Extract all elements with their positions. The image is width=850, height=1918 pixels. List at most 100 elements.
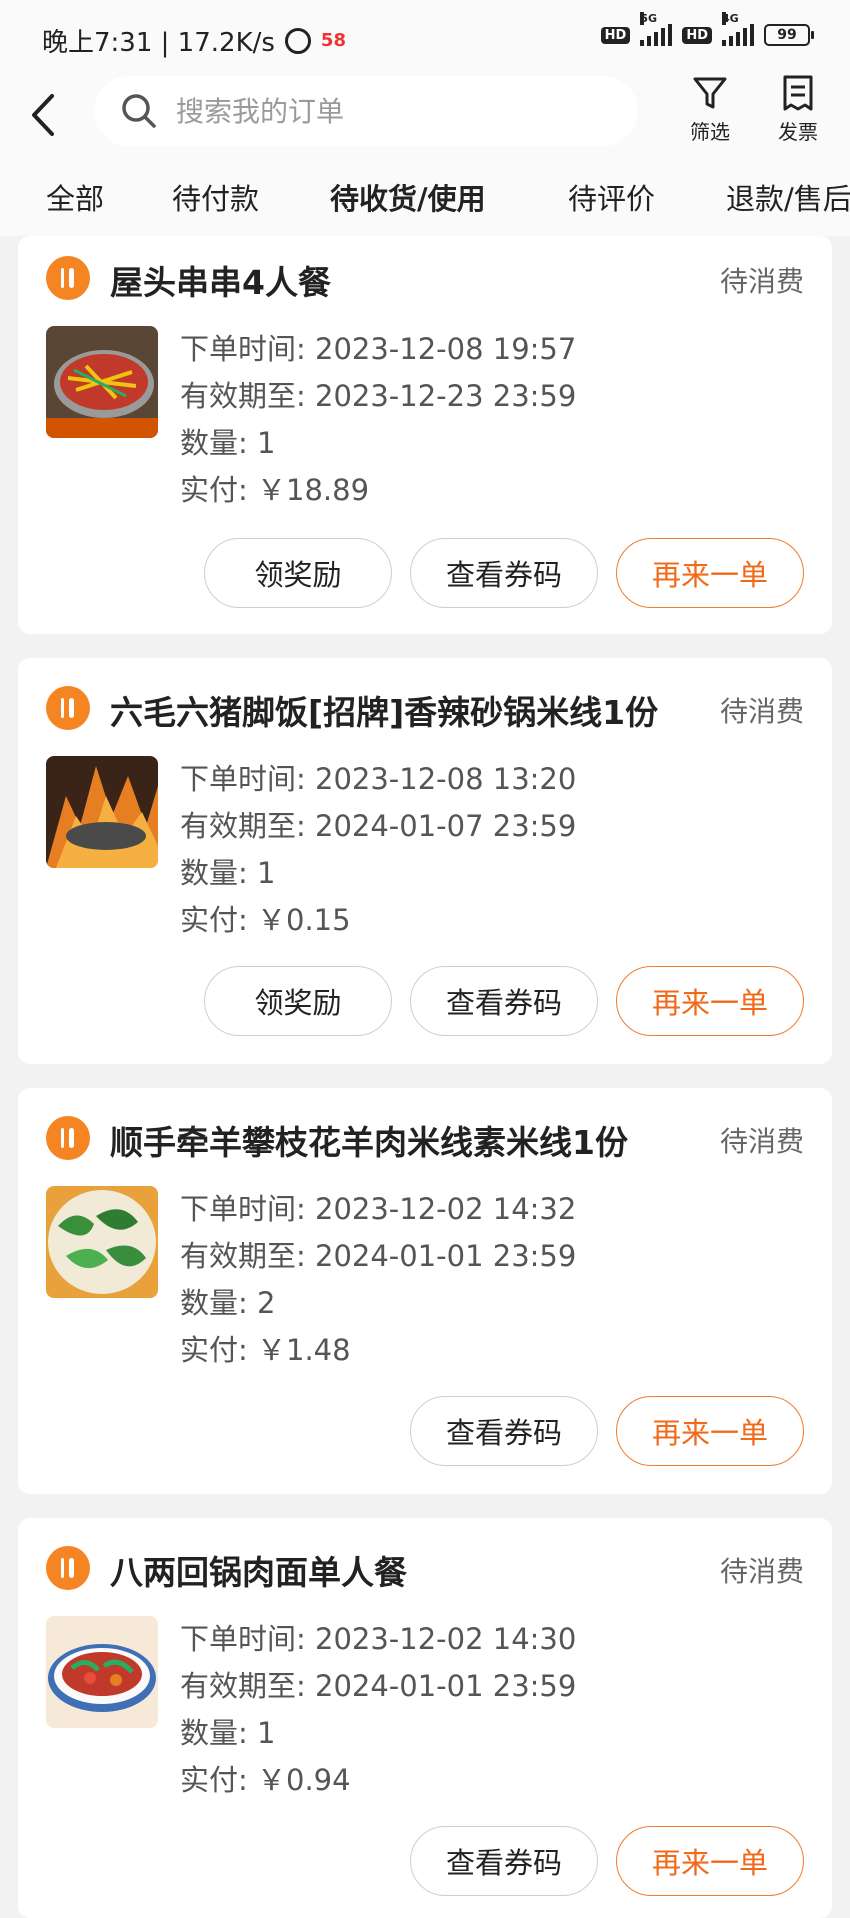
- reorder-button[interactable]: 再来一单: [616, 966, 804, 1036]
- valid-until-label: 有效期至:: [180, 379, 315, 413]
- quantity-label: 数量:: [180, 426, 257, 460]
- valid-until-row: 有效期至: 2023-12-23 23:59: [180, 373, 576, 420]
- order-card[interactable]: 八两回锅肉面单人餐 待消费 下单时间: 2023-12-02 14:30 有效期…: [18, 1518, 832, 1918]
- paid-row: 实付: ￥0.15: [180, 897, 576, 944]
- order-status: 待消费: [719, 1125, 804, 1158]
- restaurant-icon: [46, 686, 90, 730]
- quantity-label: 数量:: [180, 1716, 257, 1750]
- order-info: 下单时间: 2023-12-02 14:32 有效期至: 2024-01-01 …: [180, 1186, 576, 1374]
- quantity-value: 1: [257, 856, 276, 890]
- tab-pending-review[interactable]: 待评价: [568, 176, 655, 218]
- order-card[interactable]: 顺手牵羊攀枝花羊肉米线素米线1份 待消费 下单时间: 2023-12-02 14…: [18, 1088, 832, 1494]
- filter-button[interactable]: 筛选: [670, 74, 750, 145]
- tab-pending-review-label: 待评价: [568, 182, 656, 216]
- paid-row: 实付: ￥18.89: [180, 467, 576, 514]
- status-bar: 晚上7:31 | 17.2K/s 58 HD 5G HD 4G 99: [0, 0, 850, 72]
- reorder-button[interactable]: 再来一单: [616, 1396, 804, 1466]
- valid-until-row: 有效期至: 2024-01-07 23:59: [180, 803, 576, 850]
- order-time-row: 下单时间: 2023-12-02 14:30: [180, 1616, 576, 1663]
- order-time-label: 下单时间:: [180, 332, 315, 366]
- battery-icon: 99: [764, 24, 814, 46]
- app-58-icon: 58: [320, 30, 346, 51]
- paid-value: ￥0.94: [257, 1763, 351, 1797]
- order-title[interactable]: 八两回锅肉面单人餐: [110, 1546, 407, 1594]
- tab-refund-label: 退款/售后: [726, 182, 850, 216]
- quantity-value: 2: [257, 1286, 276, 1320]
- order-title[interactable]: 顺手牵羊攀枝花羊肉米线素米线1份: [110, 1116, 628, 1164]
- order-actions: 领奖励 查看券码 再来一单: [204, 966, 804, 1036]
- paid-row: 实付: ￥1.48: [180, 1327, 576, 1374]
- filter-icon: [693, 77, 727, 109]
- tab-pending-payment-label: 待付款: [172, 182, 260, 216]
- order-time-label: 下单时间:: [180, 1622, 315, 1656]
- valid-until-value: 2024-01-07 23:59: [315, 809, 577, 843]
- valid-until-value: 2023-12-23 23:59: [315, 379, 577, 413]
- order-actions: 查看券码 再来一单: [410, 1826, 804, 1896]
- reorder-button[interactable]: 再来一单: [616, 1826, 804, 1896]
- quantity-row: 数量: 1: [180, 1710, 576, 1757]
- view-voucher-code-button[interactable]: 查看券码: [410, 1826, 598, 1896]
- paid-label: 实付:: [180, 473, 257, 507]
- valid-until-row: 有效期至: 2024-01-01 23:59: [180, 1233, 576, 1280]
- invoice-label: 发票: [778, 120, 818, 144]
- paid-row: 实付: ￥0.94: [180, 1757, 576, 1804]
- order-time-value: 2023-12-02 14:32: [315, 1192, 577, 1226]
- quantity-row: 数量: 2: [180, 1280, 576, 1327]
- hd-badge: HD: [600, 26, 631, 44]
- back-button[interactable]: [24, 90, 64, 140]
- order-status: 待消费: [719, 695, 804, 728]
- reorder-button[interactable]: 再来一单: [616, 538, 804, 608]
- claim-reward-button[interactable]: 领奖励: [204, 966, 392, 1036]
- order-title[interactable]: 屋头串串4人餐: [110, 256, 331, 304]
- status-right: HD 5G HD 4G 99: [600, 12, 814, 46]
- tab-pending-receipt-label: 待收货/使用: [330, 182, 486, 216]
- view-voucher-code-button[interactable]: 查看券码: [410, 538, 598, 608]
- order-card[interactable]: 屋头串串4人餐 待消费 下单时间: 2023-12-08 19:57 有效期至:…: [18, 236, 832, 634]
- product-thumbnail[interactable]: [46, 326, 158, 438]
- product-thumbnail[interactable]: [46, 1616, 158, 1728]
- order-card[interactable]: 六毛六猪脚饭[招牌]香辣砂锅米线1份 待消费 下单时间: 2023-12-08 …: [18, 658, 832, 1064]
- product-thumbnail[interactable]: [46, 1186, 158, 1298]
- search-input[interactable]: [174, 93, 598, 129]
- order-actions: 查看券码 再来一单: [410, 1396, 804, 1466]
- search-box[interactable]: [94, 76, 638, 146]
- paid-value: ￥18.89: [257, 473, 370, 507]
- tab-pending-payment[interactable]: 待付款: [172, 176, 259, 218]
- valid-until-label: 有效期至:: [180, 1669, 315, 1703]
- invoice-icon: [783, 75, 813, 111]
- quantity-row: 数量: 1: [180, 420, 576, 467]
- order-time-row: 下单时间: 2023-12-02 14:32: [180, 1186, 576, 1233]
- quantity-value: 1: [257, 1716, 276, 1750]
- quantity-label: 数量:: [180, 1286, 257, 1320]
- search-icon: [122, 94, 156, 128]
- order-info: 下单时间: 2023-12-08 19:57 有效期至: 2023-12-23 …: [180, 326, 576, 514]
- chevron-left-icon: [32, 94, 54, 136]
- valid-until-label: 有效期至:: [180, 809, 315, 843]
- nav-bar: 筛选 发票: [0, 72, 850, 162]
- invoice-button[interactable]: 发票: [758, 74, 838, 145]
- tab-pending-receipt[interactable]: 待收货/使用: [330, 176, 486, 220]
- restaurant-icon: [46, 256, 90, 300]
- signal-icon-2: 4G: [722, 12, 754, 46]
- order-time-value: 2023-12-08 19:57: [315, 332, 577, 366]
- tab-all-label: 全部: [46, 182, 105, 216]
- tab-all[interactable]: 全部: [46, 176, 104, 218]
- signal-icon: 5G: [640, 12, 673, 46]
- hd-badge-2: HD: [682, 26, 712, 44]
- order-status: 待消费: [719, 1555, 804, 1588]
- order-info: 下单时间: 2023-12-02 14:30 有效期至: 2024-01-01 …: [180, 1616, 576, 1804]
- valid-until-value: 2024-01-01 23:59: [315, 1239, 577, 1273]
- order-time-label: 下单时间:: [180, 762, 315, 796]
- paid-value: ￥0.15: [257, 903, 351, 937]
- tab-refund[interactable]: 退款/售后: [726, 176, 850, 218]
- view-voucher-code-button[interactable]: 查看券码: [410, 1396, 598, 1466]
- paid-label: 实付:: [180, 1333, 257, 1367]
- order-title[interactable]: 六毛六猪脚饭[招牌]香辣砂锅米线1份: [110, 686, 658, 734]
- paid-value: ￥1.48: [257, 1333, 351, 1367]
- valid-until-value: 2024-01-01 23:59: [315, 1669, 577, 1703]
- view-voucher-code-button[interactable]: 查看券码: [410, 966, 598, 1036]
- quantity-label: 数量:: [180, 856, 257, 890]
- claim-reward-button[interactable]: 领奖励: [204, 538, 392, 608]
- product-thumbnail[interactable]: [46, 756, 158, 868]
- network-type-label: 5G: [640, 12, 658, 25]
